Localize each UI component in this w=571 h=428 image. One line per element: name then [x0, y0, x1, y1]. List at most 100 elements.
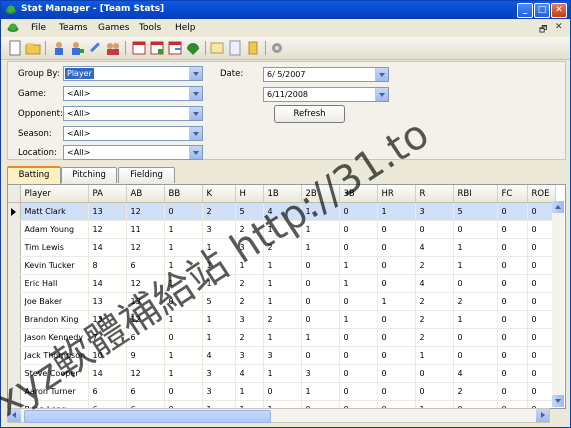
row-header[interactable] — [8, 202, 21, 221]
stat-cell[interactable]: 0 — [164, 382, 203, 401]
stat-cell[interactable]: 0 — [497, 328, 528, 347]
stat-cell[interactable]: 12 — [88, 220, 127, 239]
stat-cell[interactable]: 0 — [164, 328, 203, 347]
player-name-cell[interactable]: Eric Hall — [20, 274, 89, 293]
scroll-down-icon[interactable] — [552, 395, 564, 407]
stat-cell[interactable]: 12 — [126, 310, 165, 329]
stat-cell[interactable]: 5 — [453, 202, 498, 221]
chevron-down-icon[interactable] — [189, 127, 202, 140]
chevron-down-icon[interactable] — [189, 67, 202, 80]
game-dropdown[interactable]: <All> — [63, 86, 203, 101]
stat-cell[interactable]: 0 — [377, 346, 416, 365]
stat-cell[interactable]: 1 — [235, 382, 264, 401]
calendar-icon[interactable] — [131, 40, 147, 56]
stat-cell[interactable]: 0 — [497, 238, 528, 257]
maximize-button[interactable]: □ — [534, 3, 550, 18]
scroll-up-icon[interactable] — [552, 201, 564, 213]
stat-cell[interactable]: 0 — [527, 256, 556, 275]
stat-cell[interactable]: 0 — [497, 364, 528, 383]
row-header[interactable] — [8, 238, 21, 257]
stat-cell[interactable]: 1 — [263, 274, 302, 293]
column-header[interactable]: HR — [377, 185, 416, 203]
date-from-picker[interactable]: 6/ 5/2007 — [263, 67, 389, 82]
column-header[interactable]: 1B — [263, 185, 302, 203]
stat-cell[interactable]: 0 — [339, 346, 378, 365]
scroll-left-icon[interactable] — [8, 409, 21, 422]
table-row[interactable]: Aaron Turner 6 6 0 3 1 0 1 0 0 0 2 0 0 — [8, 382, 556, 401]
stat-cell[interactable]: 0 — [377, 310, 416, 329]
column-header[interactable]: Player — [20, 185, 89, 203]
tab-fielding[interactable]: Fielding — [118, 167, 175, 183]
stat-cell[interactable]: 0 — [497, 202, 528, 221]
menu-file[interactable]: File — [31, 23, 46, 33]
stat-cell[interactable]: 3 — [301, 364, 340, 383]
row-header[interactable] — [8, 328, 21, 347]
player-name-cell[interactable]: Jason Kennedy — [20, 328, 89, 347]
stat-cell[interactable]: 0 — [339, 202, 378, 221]
chevron-down-icon[interactable] — [189, 87, 202, 100]
stat-cell[interactable]: 12 — [126, 202, 165, 221]
report-icon[interactable] — [209, 40, 225, 56]
stat-cell[interactable]: 1 — [377, 292, 416, 311]
new-icon[interactable] — [7, 40, 23, 56]
stat-cell[interactable]: 0 — [497, 292, 528, 311]
table-row[interactable]: Jack Thompson 10 9 1 4 3 3 0 0 0 1 0 0 0 — [8, 346, 556, 365]
edit-player-icon[interactable] — [87, 40, 103, 56]
stat-cell[interactable]: 1 — [202, 310, 236, 329]
stat-cell[interactable]: 9 — [126, 346, 165, 365]
stat-cell[interactable]: 0 — [453, 274, 498, 293]
stat-cell[interactable]: 1 — [263, 328, 302, 347]
stat-cell[interactable]: 0 — [527, 328, 556, 347]
stat-cell[interactable]: 13 — [88, 292, 127, 311]
stat-cell[interactable]: 0 — [377, 382, 416, 401]
player-name-cell[interactable]: Jack Thompson — [20, 346, 89, 365]
table-row[interactable]: Matt Clark 13 12 0 2 5 4 1 0 1 3 5 0 0 — [8, 202, 556, 221]
stat-cell[interactable]: 1 — [202, 274, 236, 293]
menu-games[interactable]: Games — [98, 23, 129, 33]
player-icon[interactable] — [51, 40, 67, 56]
column-header[interactable]: RBI — [453, 185, 498, 203]
stat-cell[interactable]: 2 — [415, 292, 454, 311]
stat-cell[interactable]: 3 — [235, 310, 264, 329]
table-row[interactable]: Eric Hall 14 12 1 1 2 1 0 1 0 4 0 0 0 — [8, 274, 556, 293]
stat-cell[interactable]: 0 — [527, 346, 556, 365]
column-header[interactable]: ROE — [527, 185, 556, 203]
stat-cell[interactable]: 2 — [235, 328, 264, 347]
stat-cell[interactable]: 0 — [415, 382, 454, 401]
stat-cell[interactable]: 1 — [377, 202, 416, 221]
stat-cell[interactable]: 1 — [235, 256, 264, 275]
player-name-cell[interactable]: Aaron Turner — [20, 382, 89, 401]
add-player-icon[interactable] — [69, 40, 85, 56]
stat-cell[interactable]: 0 — [377, 274, 416, 293]
stat-cell[interactable]: 11 — [126, 220, 165, 239]
stat-cell[interactable]: 1 — [339, 256, 378, 275]
stat-cell[interactable]: 12 — [126, 364, 165, 383]
date-to-picker[interactable]: 6/11/2008 — [263, 87, 389, 102]
stat-cell[interactable]: 2 — [263, 310, 302, 329]
stat-cell[interactable]: 0 — [527, 382, 556, 401]
player-name-cell[interactable]: Steve Cooper — [20, 364, 89, 383]
stat-cell[interactable]: 1 — [263, 256, 302, 275]
tab-batting[interactable]: Batting — [7, 166, 61, 185]
close-button[interactable]: ✕ — [551, 3, 567, 18]
stat-cell[interactable]: 3 — [202, 220, 236, 239]
stat-cell[interactable]: 0 — [263, 382, 302, 401]
stat-cell[interactable]: 2 — [235, 220, 264, 239]
stat-cell[interactable]: 0 — [497, 346, 528, 365]
stat-cell[interactable]: 1 — [301, 328, 340, 347]
stat-cell[interactable]: 0 — [497, 256, 528, 275]
horizontal-scrollbar[interactable] — [7, 408, 550, 423]
stat-cell[interactable]: 0 — [453, 328, 498, 347]
row-header[interactable] — [8, 310, 21, 329]
stat-cell[interactable]: 13 — [88, 202, 127, 221]
stat-cell[interactable]: 0 — [497, 274, 528, 293]
stat-cell[interactable]: 0 — [415, 364, 454, 383]
stat-cell[interactable]: 0 — [377, 238, 416, 257]
stat-cell[interactable]: 0 — [164, 202, 203, 221]
stat-cell[interactable]: 2 — [453, 382, 498, 401]
stat-cell[interactable]: 0 — [497, 310, 528, 329]
stat-cell[interactable]: 1 — [202, 328, 236, 347]
stat-cell[interactable]: 8 — [88, 256, 127, 275]
season-dropdown[interactable]: <All> — [63, 126, 203, 141]
location-dropdown[interactable]: <All> — [63, 145, 203, 160]
